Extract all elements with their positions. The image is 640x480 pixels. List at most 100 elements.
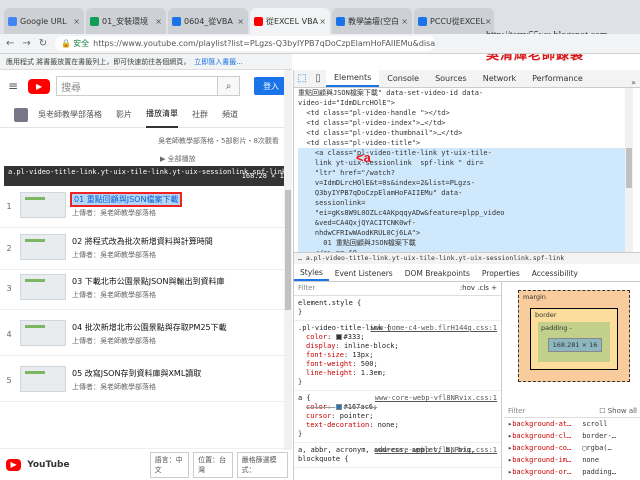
dom-line: nhdwCFRIwWAodKRUL0Cj6LA"> xyxy=(298,229,421,237)
devtools-tab[interactable]: Sources xyxy=(427,69,475,87)
channel-tab[interactable]: 吳老師教學部落格 xyxy=(38,102,102,128)
tab-close-icon[interactable]: × xyxy=(155,17,162,26)
styles-filter[interactable]: Filter :hov .cls + xyxy=(294,282,501,296)
rule-source-link[interactable]: www-core-webp-vfl8NRvix.css:1 xyxy=(375,446,497,455)
tab-close-icon[interactable]: × xyxy=(73,17,80,26)
computed-property[interactable]: ▸ background-co… ▢rgba(… xyxy=(504,442,640,454)
dom-line[interactable]: <td class="pl-video-handle "></td> xyxy=(298,108,633,118)
signin-button[interactable]: 登入 xyxy=(254,77,289,95)
devtools-tab[interactable]: Performance xyxy=(524,69,591,87)
styles-tab[interactable]: Properties xyxy=(476,266,526,281)
channel-tab[interactable]: 社群 xyxy=(192,102,208,128)
css-property[interactable]: display: inline-block; xyxy=(298,342,497,351)
channel-tab[interactable]: 頻道 xyxy=(222,102,238,128)
dom-line[interactable]: <td class="pl-video-thumbnail">…</td> xyxy=(298,128,633,138)
devtools-more-icon[interactable]: » xyxy=(627,78,640,87)
styles-tab[interactable]: Styles xyxy=(294,266,329,281)
page-scrollbar[interactable] xyxy=(284,70,292,450)
back-icon[interactable]: ← xyxy=(6,38,14,49)
css-property[interactable]: text-decoration: none; xyxy=(298,421,497,430)
location-button[interactable]: 位置：台灣 xyxy=(193,451,233,478)
browser-tab[interactable]: 01_安裝環境 × xyxy=(86,8,166,34)
computed-filter[interactable]: Filter ☐ Show all xyxy=(504,404,640,418)
video-title-link[interactable]: 03 下載北市公園景點JSON與輸出到資料庫 xyxy=(72,276,224,287)
selected-dom-node[interactable]: <a class="pl-video-title-link yt-uix-til… xyxy=(298,148,633,252)
show-all-checkbox[interactable]: ☐ Show all xyxy=(599,407,637,415)
color-swatch-icon[interactable] xyxy=(335,334,342,340)
css-property[interactable]: line-height: 1.3em; xyxy=(298,369,497,378)
rule-source-link[interactable]: www-core-webp-vfl8NRvix.css:1 xyxy=(375,394,497,403)
video-row[interactable]: 2 02 將程式改為批次新增資料與計算時間 上傳者：吳老師教學部落格 xyxy=(0,230,292,270)
devtools-tab[interactable]: Elements xyxy=(326,69,380,87)
computed-property[interactable]: ▸ background-at… scroll xyxy=(504,418,640,430)
inspect-element-icon[interactable]: ⬚ xyxy=(294,69,310,87)
video-row[interactable]: 5 05 改寫JSON存到資料庫與XML讀取 上傳者：吳老師教學部落格 xyxy=(0,362,292,402)
browser-tab[interactable]: Google URL × xyxy=(4,8,84,34)
youtube-logo-icon[interactable]: ▶ xyxy=(28,78,51,94)
language-button[interactable]: 語言：中文 xyxy=(149,451,190,478)
devtools-tabs: ⬚ ▯ Elements Console Sources Network Perform… xyxy=(294,69,640,88)
url-input[interactable]: 🔒 安全 https://www.youtube.com/playlist?li… xyxy=(55,36,436,51)
browser-tab[interactable]: 0604_從VBA × xyxy=(168,8,248,34)
css-property[interactable]: font-weight: 500; xyxy=(298,360,497,369)
tab-close-icon[interactable]: × xyxy=(237,17,244,26)
color-swatch-icon[interactable] xyxy=(335,404,342,410)
restricted-mode-button[interactable]: 嚴格篩選模式： xyxy=(236,451,288,478)
styles-tab[interactable]: Accessibility xyxy=(526,266,584,281)
import-bookmarks-link[interactable]: 立即匯入書籤... xyxy=(194,57,243,67)
video-title-link[interactable]: 01 重點回顧與JSON檔案下載 xyxy=(69,192,183,207)
play-all-button[interactable]: ▶ 全部播放 xyxy=(160,154,196,164)
video-index: 5 xyxy=(6,376,12,385)
css-property[interactable]: cursor: pointer; xyxy=(298,412,497,421)
styles-tab[interactable]: Event Listeners xyxy=(329,266,399,281)
css-property[interactable]: color: #333; xyxy=(298,333,497,342)
devtools-tab[interactable]: Network xyxy=(475,69,524,87)
box-model-content[interactable]: 168.281 × 16 xyxy=(548,338,602,352)
computed-property[interactable]: ▸ background-cl… border-… xyxy=(504,430,640,442)
rule-selector[interactable]: element.style { xyxy=(298,299,497,308)
dom-line[interactable]: video-id="IdmDLrcHOlE"> xyxy=(298,98,633,108)
video-title-link[interactable]: 02 將程式改為批次新增資料與計算時間 xyxy=(72,236,213,247)
forward-icon[interactable]: → xyxy=(22,38,30,49)
css-property[interactable]: color: #167ac6; xyxy=(298,403,497,412)
video-thumbnail[interactable] xyxy=(20,192,66,218)
page-scroll-thumb[interactable] xyxy=(285,190,291,310)
video-thumbnail[interactable] xyxy=(20,274,66,300)
browser-tab[interactable]: 教學論壇(空白 × xyxy=(332,8,412,34)
css-property[interactable]: font-size: 13px; xyxy=(298,351,497,360)
tab-close-icon[interactable]: × xyxy=(485,17,492,26)
video-thumbnail[interactable] xyxy=(20,234,66,260)
property-name: font-weight xyxy=(306,360,353,368)
device-toolbar-icon[interactable]: ▯ xyxy=(310,69,326,87)
dom-scroll-thumb[interactable] xyxy=(626,148,632,188)
dom-line[interactable]: <td class="pl-video-title"> xyxy=(298,138,633,148)
video-row[interactable]: 4 04 批次新增北市公園景點與存取PM25下載 上傳者：吳老師教學部落格 xyxy=(0,316,292,356)
tab-close-icon[interactable]: × xyxy=(401,17,408,26)
styles-filter-actions[interactable]: :hov .cls + xyxy=(460,284,497,293)
dom-line[interactable]: 重點回顧與JSON檔案下載" data-set-video-id data- xyxy=(298,88,633,98)
video-row[interactable]: 3 03 下載北市公園景點JSON與輸出到資料庫 上傳者：吳老師教學部落格 xyxy=(0,270,292,310)
computed-property[interactable]: ▸ background-or… padding… xyxy=(504,466,640,478)
dom-line[interactable]: <td class="pl-video-index">…</td> xyxy=(298,118,633,128)
channel-tab[interactable]: 影片 xyxy=(116,102,132,128)
dom-scrollbar[interactable] xyxy=(625,88,633,252)
dom-breadcrumb[interactable]: … a.pl-video-title-link.yt-uix-tile-link… xyxy=(294,252,640,264)
browser-tab[interactable]: 從EXCEL VBA × xyxy=(250,8,330,34)
video-row[interactable]: 1 01 重點回顧與JSON檔案下載 上傳者：吳老師教學部落格 xyxy=(0,188,292,228)
menu-icon[interactable]: ≡ xyxy=(8,79,18,93)
rule-source-link[interactable]: www-home-c4-web.flrH144g.css:1 xyxy=(371,324,497,333)
channel-avatar[interactable] xyxy=(14,107,28,122)
video-thumbnail[interactable] xyxy=(20,366,66,392)
computed-property[interactable]: ▸ background-im… none xyxy=(504,454,640,466)
browser-tab[interactable]: PCCU從EXCEL × xyxy=(414,8,494,34)
video-title-link[interactable]: 04 批次新增北市公園景點與存取PM25下載 xyxy=(72,322,227,333)
video-title-link[interactable]: 05 改寫JSON存到資料庫與XML讀取 xyxy=(72,368,201,379)
channel-tab[interactable]: 播放清單 xyxy=(146,102,178,128)
search-button[interactable]: ⌕ xyxy=(218,76,241,96)
devtools-tab[interactable]: Console xyxy=(379,69,427,87)
video-thumbnail[interactable] xyxy=(20,320,66,346)
tab-close-icon[interactable]: × xyxy=(319,17,326,26)
search-input[interactable]: 搜尋 xyxy=(56,76,219,96)
styles-tab[interactable]: DOM Breakpoints xyxy=(399,266,476,281)
reload-icon[interactable]: ↻ xyxy=(39,38,47,49)
